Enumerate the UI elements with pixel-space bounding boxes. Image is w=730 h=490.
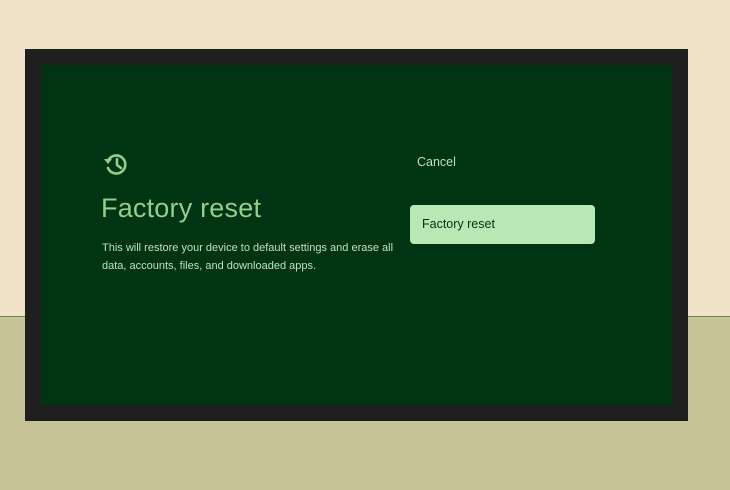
page-title: Factory reset: [101, 193, 262, 223]
restore-icon: [104, 154, 127, 175]
factory-reset-button[interactable]: Factory reset: [410, 205, 595, 244]
reset-description: This will restore your device to default…: [102, 242, 394, 272]
tv-screen: Factory reset This will restore your dev…: [41, 65, 672, 405]
tv-bezel: Factory reset This will restore your dev…: [25, 49, 688, 421]
cancel-button[interactable]: Cancel: [410, 150, 594, 174]
